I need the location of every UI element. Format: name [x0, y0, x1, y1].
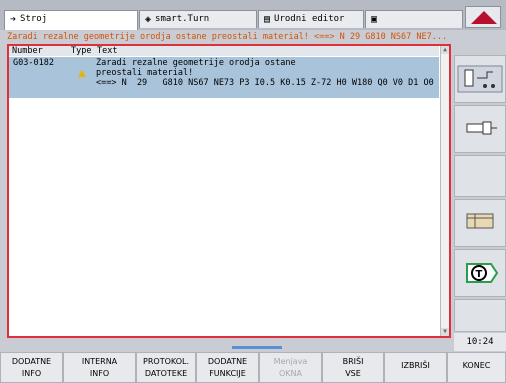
- column-text: Text: [97, 46, 118, 56]
- status-message: Zaradi rezalne geometrije orodja ostane …: [7, 32, 448, 42]
- tool-button[interactable]: [454, 105, 506, 153]
- softkey-label: Menjava: [273, 357, 308, 366]
- diamond-arrow-icon: ◈: [145, 14, 152, 25]
- save-icon: ▣: [371, 14, 378, 25]
- warning-icon: [78, 70, 86, 77]
- konec-button[interactable]: KONEC: [447, 352, 506, 383]
- softkey-label: VSE: [345, 369, 361, 378]
- empty-softkey[interactable]: [454, 299, 506, 332]
- machine-icon: [457, 65, 503, 93]
- menjava-okna-button[interactable]: Menjava OKNA: [259, 352, 322, 383]
- t-function-button[interactable]: T: [454, 249, 506, 297]
- softkey-label: INFO: [89, 369, 110, 378]
- tool-holder-icon: [466, 121, 497, 135]
- softkey-label: KONEC: [462, 361, 491, 370]
- tab-label: smart.Turn: [155, 14, 210, 24]
- error-list-panel: Number Type Text G03-0182 Zaradi rezalne…: [7, 44, 451, 338]
- clock: 10:24: [454, 333, 506, 351]
- error-number: G03-0182: [13, 58, 54, 68]
- izbrisi-button[interactable]: IZBRIŠI: [384, 352, 447, 383]
- vertical-softkey-bar: T: [454, 30, 506, 352]
- svg-text:T: T: [476, 269, 483, 280]
- empty-softkey[interactable]: [454, 155, 506, 197]
- table-icon: [466, 213, 494, 229]
- softkey-bar: DODATNE INFO INTERNA INFO PROTOKOL. DATOTEK…: [0, 352, 506, 383]
- protokol-datoteke-button[interactable]: PROTOKOL. DATOTEKE: [136, 352, 196, 383]
- softkey-label: DODATNE: [207, 357, 248, 366]
- dodatne-funkcije-button[interactable]: DODATNE FUNKCIJE: [196, 352, 259, 383]
- error-text: Zaradi rezalne geometrije orodja ostane …: [96, 58, 434, 88]
- edit-icon: ▤: [264, 14, 271, 25]
- softkey-level-indicator: [232, 346, 282, 349]
- tab-stroj[interactable]: ➔ Stroj: [4, 10, 138, 30]
- brisi-vse-button[interactable]: BRIŠI VSE: [322, 352, 384, 383]
- t-arrow-icon: T: [466, 263, 499, 283]
- softkey-label: DODATNE: [11, 357, 52, 366]
- tab-label: Stroj: [20, 14, 48, 24]
- softkey-label: INFO: [21, 369, 42, 378]
- table-row[interactable]: G03-0182 Zaradi rezalne geometrije orodj…: [9, 57, 439, 98]
- softkey-label: FUNKCIJE: [209, 369, 246, 378]
- arrow-right-icon: ➔: [10, 14, 17, 25]
- tab-label: Urodni editor: [274, 14, 345, 24]
- tab-smart-turn[interactable]: ◈ smart.Turn: [139, 10, 257, 28]
- column-type: Type: [71, 46, 92, 56]
- error-text-line: Zaradi rezalne geometrije orodja ostane: [96, 58, 296, 68]
- tab-save[interactable]: ▣: [365, 10, 463, 28]
- softkey-label: BRIŠI: [342, 357, 364, 366]
- table-view-button[interactable]: [454, 199, 506, 247]
- scroll-down-icon[interactable]: ▼: [441, 328, 449, 336]
- scroll-up-icon[interactable]: ▲: [441, 46, 449, 54]
- vertical-scrollbar[interactable]: ▲ ▼: [440, 46, 449, 336]
- heidenhain-logo: [465, 6, 501, 28]
- softkey-label: PROTOKOL.: [143, 357, 189, 366]
- interna-info-button[interactable]: INTERNA INFO: [63, 352, 136, 383]
- table-header: Number Type Text: [9, 46, 439, 56]
- softkey-label: DATOTEKE: [144, 369, 188, 378]
- machine-mode-button[interactable]: [454, 55, 506, 103]
- tab-urodni-editor[interactable]: ▤ Urodni editor: [258, 10, 364, 28]
- error-text-line: preostali material!: [96, 68, 194, 78]
- softkey-label: IZBRIŠI: [401, 361, 430, 370]
- top-bar: ➔ Stroj ◈ smart.Turn ▤ Urodni editor ▣: [0, 0, 506, 30]
- logo-triangle-icon: [471, 11, 497, 24]
- softkey-label: INTERNA: [81, 357, 118, 366]
- column-number: Number: [12, 46, 43, 56]
- softkey-label: OKNA: [279, 369, 302, 378]
- error-text-line: <==> N 29 G810 NS67 NE73 P3 I0.5 K0.15 Z…: [96, 78, 434, 88]
- dodatne-info-button[interactable]: DODATNE INFO: [0, 352, 63, 383]
